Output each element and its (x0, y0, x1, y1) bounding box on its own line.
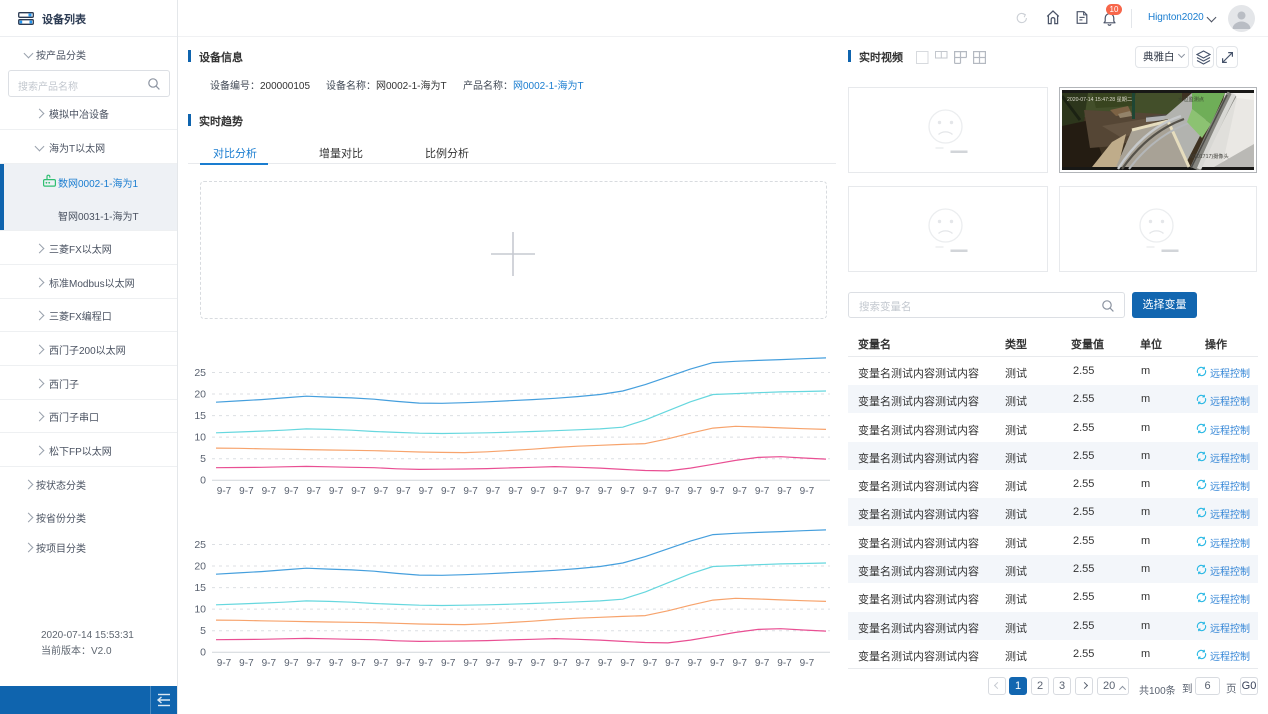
svg-text:9-7: 9-7 (531, 658, 546, 669)
svg-text:0: 0 (200, 475, 206, 487)
svg-text:10: 10 (194, 604, 206, 616)
svg-text:25: 25 (194, 539, 206, 551)
svg-text:9-7: 9-7 (553, 658, 568, 669)
svg-text:9-7: 9-7 (575, 658, 590, 669)
svg-text:9-7: 9-7 (441, 658, 456, 669)
svg-text:9-7: 9-7 (710, 658, 725, 669)
svg-text:9-7: 9-7 (351, 658, 366, 669)
svg-text:9-7: 9-7 (284, 658, 299, 669)
svg-text:9-7: 9-7 (755, 486, 770, 497)
svg-text:9-7: 9-7 (217, 486, 232, 497)
svg-text:9-7: 9-7 (598, 486, 613, 497)
svg-text:水位监测点: 水位监测点 (1178, 95, 1204, 103)
svg-text:9-7: 9-7 (306, 486, 321, 497)
svg-text:9-7: 9-7 (665, 486, 680, 497)
svg-text:10: 10 (194, 432, 206, 444)
svg-text:9-7: 9-7 (306, 658, 321, 669)
svg-text:9-7: 9-7 (217, 658, 232, 669)
svg-text:9-7: 9-7 (777, 486, 792, 497)
svg-text:25: 25 (194, 367, 206, 379)
svg-text:9-7: 9-7 (374, 658, 389, 669)
svg-text:9-7: 9-7 (553, 486, 568, 497)
svg-text:9-7: 9-7 (800, 486, 815, 497)
svg-text:0: 0 (200, 647, 206, 659)
svg-text:9-7: 9-7 (777, 658, 792, 669)
svg-text:9-7: 9-7 (688, 658, 703, 669)
svg-text:9-7: 9-7 (620, 486, 635, 497)
svg-text:9-7: 9-7 (463, 658, 478, 669)
svg-text:9-7: 9-7 (620, 658, 635, 669)
svg-text:9-7: 9-7 (329, 486, 344, 497)
svg-text:9-7: 9-7 (419, 486, 434, 497)
svg-text:9-7: 9-7 (575, 486, 590, 497)
svg-text:15: 15 (194, 582, 206, 594)
svg-text:9-7: 9-7 (262, 658, 277, 669)
svg-text:9-7: 9-7 (463, 486, 478, 497)
svg-text:9-7: 9-7 (688, 486, 703, 497)
svg-text:9-7: 9-7 (329, 658, 344, 669)
svg-text:NT01717)摄像头: NT01717)摄像头 (1190, 152, 1229, 160)
svg-text:9-7: 9-7 (643, 486, 658, 497)
svg-text:9-7: 9-7 (665, 658, 680, 669)
svg-text:9-7: 9-7 (732, 486, 747, 497)
svg-text:9-7: 9-7 (374, 486, 389, 497)
svg-text:9-7: 9-7 (800, 658, 815, 669)
svg-text:9-7: 9-7 (396, 486, 411, 497)
svg-text:9-7: 9-7 (351, 486, 366, 497)
svg-text:9-7: 9-7 (508, 486, 523, 497)
svg-text:9-7: 9-7 (239, 658, 254, 669)
svg-text:9-7: 9-7 (643, 658, 658, 669)
svg-text:9-7: 9-7 (419, 658, 434, 669)
svg-text:9-7: 9-7 (755, 658, 770, 669)
svg-text:2020-07-14 15:47:28 星期二: 2020-07-14 15:47:28 星期二 (1067, 96, 1132, 103)
svg-text:9-7: 9-7 (396, 658, 411, 669)
svg-text:9-7: 9-7 (486, 486, 501, 497)
svg-text:20: 20 (194, 561, 206, 573)
svg-text:5: 5 (200, 625, 206, 637)
svg-text:20: 20 (194, 389, 206, 401)
svg-text:9-7: 9-7 (284, 486, 299, 497)
svg-text:9-7: 9-7 (441, 486, 456, 497)
svg-text:9-7: 9-7 (262, 486, 277, 497)
svg-text:9-7: 9-7 (710, 486, 725, 497)
svg-text:9-7: 9-7 (239, 486, 254, 497)
svg-text:9-7: 9-7 (732, 658, 747, 669)
svg-text:9-7: 9-7 (531, 486, 546, 497)
svg-text:9-7: 9-7 (598, 658, 613, 669)
svg-text:9-7: 9-7 (486, 658, 501, 669)
svg-text:5: 5 (200, 453, 206, 465)
svg-text:9-7: 9-7 (508, 658, 523, 669)
svg-text:15: 15 (194, 410, 206, 422)
